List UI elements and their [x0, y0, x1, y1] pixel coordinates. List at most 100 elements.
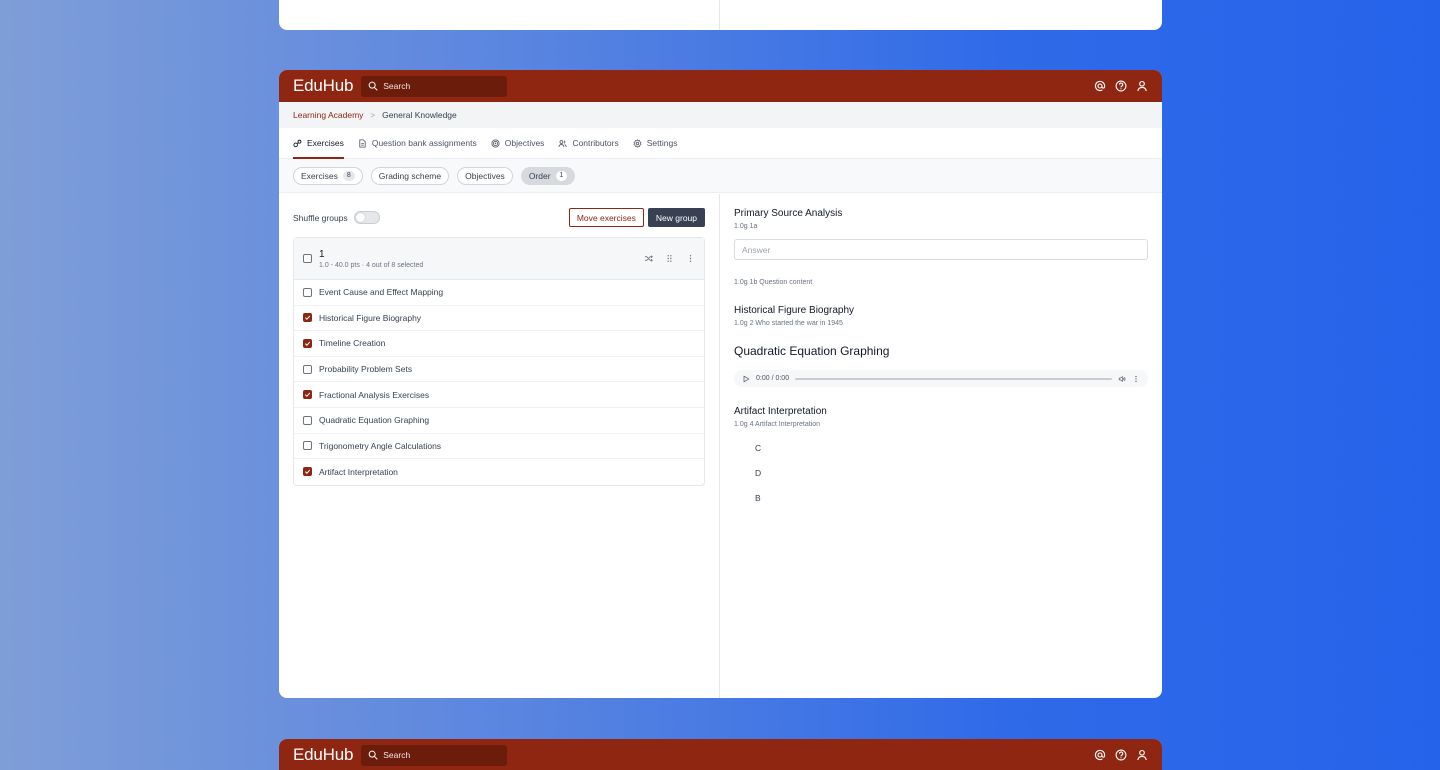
previous-window	[279, 0, 1162, 30]
breadcrumb: Learning Academy > General Knowledge	[279, 102, 1162, 128]
user-icon[interactable]	[1136, 749, 1148, 761]
pill-grading-scheme[interactable]: Grading scheme	[370, 166, 450, 185]
checkbox-checked[interactable]	[303, 338, 312, 348]
pill-label: Order	[528, 170, 551, 181]
audio-player[interactable]: 0:00 / 0:00	[734, 370, 1148, 387]
pill-objectives[interactable]: Objectives	[457, 166, 513, 185]
divider	[719, 0, 720, 30]
more-options-icon[interactable]	[686, 254, 695, 263]
exercise-item[interactable]: Event Cause and Effect Mapping	[294, 280, 704, 306]
group-header: 1 1.0 - 40.0 pts · 4 out of 8 selected	[294, 238, 704, 280]
breadcrumb-parent[interactable]: Learning Academy	[293, 110, 363, 120]
at-icon[interactable]	[1094, 749, 1106, 761]
checkbox[interactable]	[303, 441, 312, 451]
breadcrumb-separator: >	[370, 110, 376, 120]
search-icon	[368, 81, 378, 91]
help-icon[interactable]	[1115, 80, 1127, 92]
audio-progress[interactable]	[795, 377, 1112, 380]
answer-input[interactable]: Answer	[734, 239, 1148, 260]
tab-settings[interactable]: Settings	[633, 128, 678, 159]
exercise-item-label: Artifact Interpretation	[319, 466, 398, 477]
shuffle-icon[interactable]	[644, 254, 653, 263]
exercise-item[interactable]: Fractional Analysis Exercises	[294, 382, 704, 408]
breadcrumb-current: General Knowledge	[382, 110, 457, 120]
exercise-item[interactable]: Timeline Creation	[294, 331, 704, 357]
help-icon[interactable]	[1115, 749, 1127, 761]
answer-placeholder: Answer	[742, 244, 771, 255]
question-title: Artifact Interpretation	[734, 406, 827, 417]
question-title: Primary Source Analysis	[734, 208, 843, 219]
question-title: Quadratic Equation Graphing	[734, 344, 890, 358]
app-logo[interactable]: EduHub	[293, 76, 353, 96]
pill-exercises[interactable]: Exercises 8	[293, 166, 363, 185]
question-meta: 1.0g 2 Who started the war in 1945	[734, 320, 843, 327]
shuffle-groups-label: Shuffle groups	[293, 212, 348, 223]
exercise-item[interactable]: Quadratic Equation Graphing	[294, 408, 704, 434]
checkbox[interactable]	[303, 415, 312, 425]
exercise-item[interactable]: Historical Figure Biography	[294, 306, 704, 332]
pill-order[interactable]: Order 1	[520, 166, 576, 185]
top-bar: EduHub Search	[279, 739, 1162, 770]
volume-icon[interactable]	[1118, 375, 1126, 383]
exercise-items: Event Cause and Effect Mapping Historical…	[294, 280, 704, 485]
question-historical-figure: Historical Figure Biography 1.0g 2 Who s…	[734, 305, 1148, 327]
search-input[interactable]: Search	[361, 75, 508, 97]
preview-panel: Primary Source Analysis 1.0g 1a Answer 1…	[720, 194, 1162, 698]
group-select-checkbox[interactable]	[303, 254, 312, 263]
question-meta: 1.0g 1a	[734, 223, 758, 230]
search-input[interactable]: Search	[361, 744, 508, 766]
tab-label: Exercises	[307, 138, 344, 148]
exercise-item[interactable]: Trigonometry Angle Calculations	[294, 434, 704, 460]
pill-count: 8	[342, 170, 355, 181]
checkbox-checked[interactable]	[303, 313, 312, 323]
tab-objectives[interactable]: Objectives	[491, 128, 544, 159]
play-icon[interactable]	[742, 375, 750, 383]
search-placeholder: Search	[383, 81, 411, 91]
gear-icon	[633, 138, 642, 148]
user-icon[interactable]	[1136, 80, 1148, 92]
answer-option: D	[755, 467, 762, 478]
document-icon	[359, 138, 366, 148]
pill-label: Exercises	[301, 170, 338, 181]
checkbox-checked[interactable]	[303, 467, 312, 477]
checkbox-checked[interactable]	[303, 390, 312, 400]
top-bar: EduHub Search	[279, 70, 1162, 102]
more-options-icon[interactable]	[1132, 375, 1140, 383]
view-filter-bar: Exercises 8 Grading scheme Objectives Or…	[279, 159, 1162, 193]
at-icon[interactable]	[1094, 80, 1106, 92]
question-primary-source: Primary Source Analysis 1.0g 1a Answer 1…	[734, 208, 1148, 286]
users-icon	[558, 139, 568, 147]
app-logo[interactable]: EduHub	[293, 745, 353, 765]
drag-handle-icon[interactable]	[665, 254, 674, 263]
question-artifact: Artifact Interpretation 1.0g 4 Artifact …	[734, 406, 1148, 510]
question-meta: 1.0g 1b Question content	[734, 279, 813, 286]
search-icon	[368, 750, 378, 760]
exercise-item-label: Timeline Creation	[319, 338, 386, 349]
tab-contributors[interactable]: Contributors	[558, 128, 619, 159]
checkbox[interactable]	[303, 287, 312, 297]
group-subtitle: 1.0 - 40.0 pts · 4 out of 8 selected	[319, 261, 424, 269]
exercise-item-label: Historical Figure Biography	[319, 312, 422, 323]
shuffle-groups-toggle[interactable]	[353, 211, 380, 224]
audio-time: 0:00 / 0:00	[756, 375, 790, 382]
next-window: EduHub Search	[279, 739, 1162, 770]
pill-label: Grading scheme	[378, 170, 442, 181]
tab-label: Settings	[646, 138, 678, 148]
target-icon	[491, 138, 500, 148]
tab-label: Contributors	[572, 138, 619, 148]
move-exercises-button[interactable]: Move exercises	[568, 208, 644, 227]
pill-count: 1	[555, 170, 568, 181]
tab-bar: Exercises Question bank assignments Obje…	[279, 128, 1162, 159]
answer-option: B	[755, 492, 761, 503]
tab-question-bank[interactable]: Question bank assignments	[358, 128, 477, 159]
tab-exercises[interactable]: Exercises	[293, 128, 344, 159]
exercise-item-label: Probability Problem Sets	[319, 364, 413, 375]
exercise-item-label: Fractional Analysis Exercises	[319, 389, 430, 400]
tab-label: Question bank assignments	[371, 138, 477, 148]
group-title: 1	[319, 248, 325, 260]
exercise-item[interactable]: Probability Problem Sets	[294, 357, 704, 383]
exercise-item-label: Event Cause and Effect Mapping	[319, 287, 444, 298]
new-group-button[interactable]: New group	[647, 208, 705, 227]
exercise-item[interactable]: Artifact Interpretation	[294, 459, 704, 485]
checkbox[interactable]	[303, 364, 312, 374]
